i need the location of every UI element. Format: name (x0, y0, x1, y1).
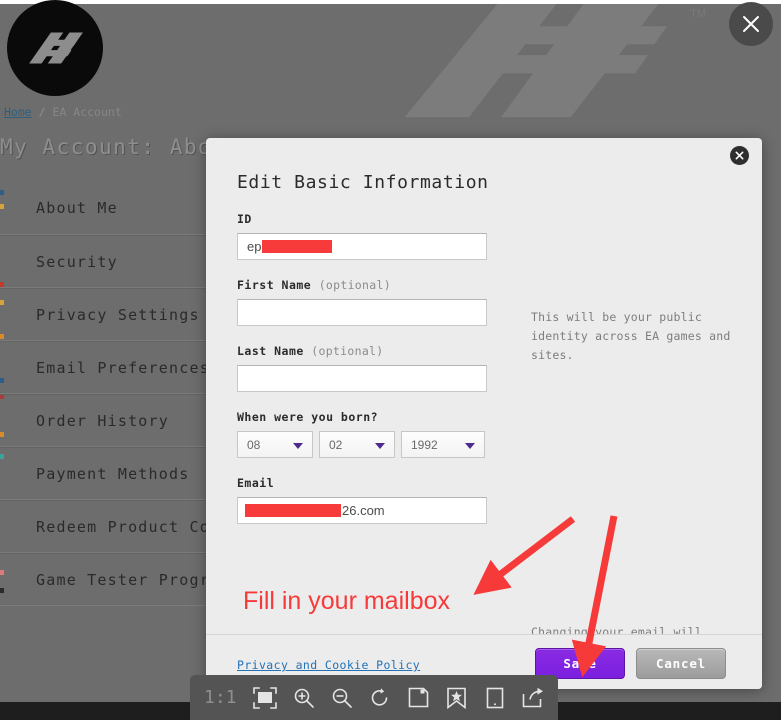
sidebar-item-label: About Me (36, 199, 118, 217)
sidebar-nav: About Me Security Privacy Settings Email… (0, 182, 236, 606)
browser-top-strip (0, 0, 781, 4)
field-email: Email 26.com (237, 476, 487, 524)
share-button[interactable] (522, 684, 544, 712)
sidebar-item-label: Security (36, 253, 118, 271)
window-close-button[interactable] (729, 2, 773, 46)
breadcrumb-current: EA Account (52, 105, 122, 119)
breadcrumb-separator: / (38, 105, 46, 119)
sidebar-item-label: Redeem Product Code (36, 518, 231, 536)
rotate-icon (371, 687, 388, 706)
breadcrumb: Home / EA Account (4, 105, 122, 119)
chevron-down-icon (465, 442, 475, 449)
birth-day-value: 02 (329, 437, 343, 452)
close-icon (743, 16, 759, 32)
first-name-label: First Name (optional) (237, 278, 487, 292)
sidebar-item-label: Order History (36, 412, 169, 430)
sidebar-item-email-preferences[interactable]: Email Preferences (0, 341, 236, 394)
sidebar-item-label: Game Tester Program (36, 571, 231, 589)
device-preview-button[interactable] (484, 684, 506, 712)
sidebar-item-security[interactable]: Security (0, 235, 236, 288)
id-label: ID (237, 212, 252, 226)
last-name-input[interactable] (237, 365, 487, 392)
fit-screen-icon (252, 686, 277, 709)
sidebar-item-payment-methods[interactable]: Payment Methods (0, 447, 236, 500)
zoom-in-icon (294, 688, 314, 708)
chevron-down-icon (375, 442, 385, 449)
first-name-label-text: First Name (237, 278, 312, 292)
device-icon (486, 687, 504, 708)
trademark-mark: TM (690, 8, 706, 20)
save-file-button[interactable] (407, 684, 429, 712)
fit-screen-button[interactable] (252, 684, 277, 712)
star-icon (447, 687, 466, 709)
share-icon (522, 687, 543, 708)
zoom-out-icon (332, 688, 352, 708)
sidebar-item-game-tester-program[interactable]: Game Tester Program (0, 553, 236, 606)
modal-title: Edit Basic Information (237, 172, 489, 193)
first-name-input[interactable] (237, 299, 487, 326)
ea-logo-icon (7, 0, 103, 96)
close-icon (735, 151, 744, 160)
zoom-in-button[interactable] (293, 684, 315, 712)
sidebar-item-order-history[interactable]: Order History (0, 394, 236, 447)
email-input[interactable]: 26.com (237, 497, 487, 524)
annotation-label: Fill in your mailbox (243, 587, 451, 615)
breadcrumb-home-link[interactable]: Home (4, 105, 32, 119)
privacy-cookie-policy-link[interactable]: Privacy and Cookie Policy (237, 658, 420, 672)
email-redaction-bar (245, 504, 341, 517)
sidebar-item-label: Payment Methods (36, 465, 190, 483)
sidebar-item-label: Email Preferences (36, 359, 210, 377)
field-first-name: First Name (optional) (237, 278, 487, 326)
birthdate-label: When were you born? (237, 410, 379, 424)
last-name-label: Last Name (optional) (237, 344, 487, 358)
sidebar-item-label: Privacy Settings (36, 306, 200, 324)
chevron-down-icon (293, 442, 303, 449)
email-value-suffix: 26.com (342, 503, 385, 518)
id-help-text: This will be your public identity across… (531, 310, 731, 362)
sidebar-item-about-me[interactable]: About Me (0, 182, 236, 235)
cancel-button[interactable]: Cancel (636, 648, 726, 679)
birth-month-value: 08 (247, 437, 261, 452)
field-birthdate: When were you born? 08 02 1992 (237, 410, 487, 458)
last-name-label-text: Last Name (237, 344, 304, 358)
form-column: ID ep First Name (optional) Last Name (o… (237, 212, 487, 542)
id-redaction-bar (262, 240, 333, 253)
field-last-name: Last Name (optional) (237, 344, 487, 392)
modal-body: ID ep First Name (optional) Last Name (o… (206, 200, 762, 689)
sidebar-item-privacy-settings[interactable]: Privacy Settings (0, 288, 236, 341)
screen-root: TM Home / EA Account My Account: About M… (0, 0, 781, 720)
id-input[interactable]: ep (237, 233, 487, 260)
sidebar-item-redeem-product-code[interactable]: Redeem Product Code (0, 500, 236, 553)
birthdate-selects: 08 02 1992 (237, 431, 487, 458)
zoom-ratio-button[interactable]: 1:1 (204, 687, 237, 708)
zoom-out-button[interactable] (331, 684, 353, 712)
rotate-button[interactable] (369, 684, 391, 712)
birth-year-value: 1992 (411, 437, 438, 452)
birth-month-select[interactable]: 08 (237, 431, 313, 458)
ea-watermark-icon (395, 0, 725, 128)
id-value-prefix: ep (247, 239, 262, 254)
modal-close-button[interactable] (730, 146, 749, 165)
field-id: ID ep (237, 212, 487, 260)
favorite-button[interactable] (445, 684, 467, 712)
last-name-optional-note: (optional) (311, 344, 384, 358)
screenshot-toolbar: 1:1 (190, 675, 558, 720)
birth-day-select[interactable]: 02 (319, 431, 395, 458)
email-label: Email (237, 476, 275, 490)
birth-year-select[interactable]: 1992 (401, 431, 485, 458)
save-icon (408, 687, 429, 708)
first-name-optional-note: (optional) (318, 278, 391, 292)
